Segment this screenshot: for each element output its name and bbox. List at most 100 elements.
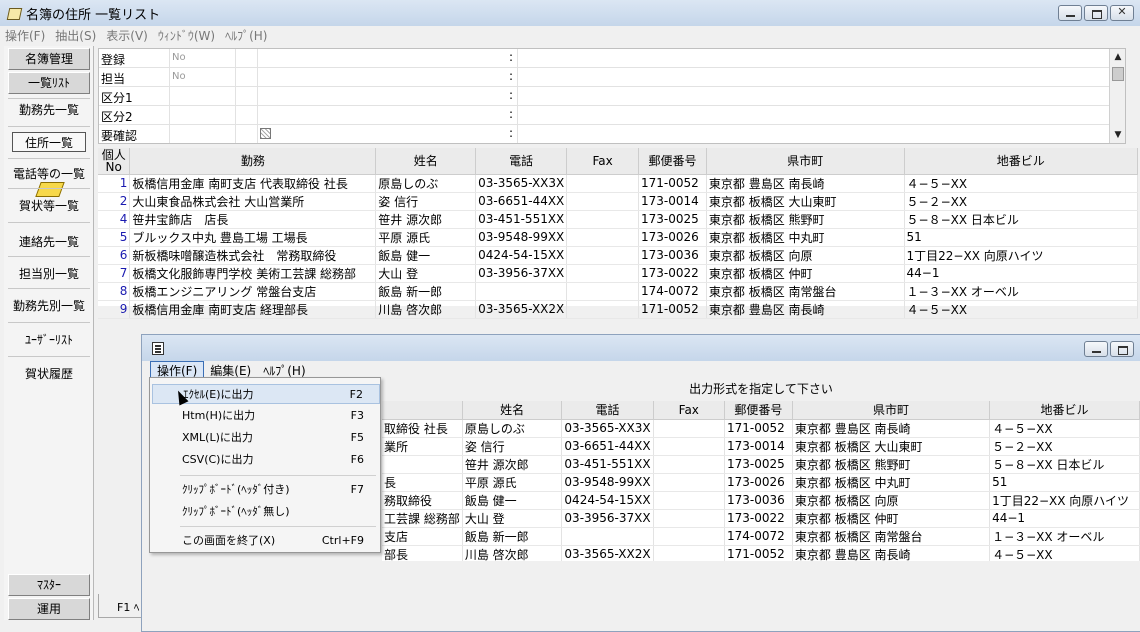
column-header-name[interactable]: 姓名 bbox=[375, 148, 477, 175]
filter-row-category1: 区分1 : bbox=[99, 87, 1109, 106]
column-header-work[interactable]: 勤務 bbox=[129, 148, 377, 175]
table-row[interactable]: 5 ブルックス中丸 豊島工場 工場長 平原 源氏 03-9548-99XX 17… bbox=[98, 228, 1139, 247]
sidebar-button-list[interactable]: 一覧ﾘｽﾄ bbox=[8, 72, 90, 94]
close-button[interactable] bbox=[1110, 5, 1134, 21]
cell-address: １−３−XX オーベル bbox=[904, 282, 1139, 301]
export-menu-edit[interactable]: 編集(E) bbox=[204, 362, 257, 379]
menu-item-clipboard-with-header[interactable]: ｸﾘｯﾌﾟﾎﾞｰﾄﾞ(ﾍｯﾀﾞ付き) F7 bbox=[152, 480, 380, 500]
column-header-city[interactable]: 県市町 bbox=[706, 148, 905, 175]
filter-cell[interactable] bbox=[517, 125, 1109, 143]
filter-cell[interactable] bbox=[235, 68, 257, 86]
menu-help[interactable]: ﾍﾙﾌﾟ(H) bbox=[220, 27, 272, 44]
cell-fax bbox=[566, 228, 639, 247]
column-header-no[interactable]: 個人 No bbox=[98, 148, 131, 175]
cell-address: ４−５−XX bbox=[904, 300, 1139, 319]
filter-cell[interactable] bbox=[257, 49, 507, 67]
menu-item-clipboard-no-header[interactable]: ｸﾘｯﾌﾟﾎﾞｰﾄﾞ(ﾍｯﾀﾞ無し) bbox=[152, 502, 380, 522]
sidebar-item-phone-list[interactable]: 電話等の一覧 bbox=[6, 164, 92, 184]
filter-colon: : bbox=[509, 88, 514, 102]
cell-no: 4 bbox=[98, 210, 131, 229]
table-row[interactable]: 長 平原 源氏 03-9548-99XX 173-0026 東京都 板橋区 中丸… bbox=[382, 473, 1140, 492]
filter-scrollbar[interactable]: ▲ ▼ bbox=[1109, 49, 1125, 143]
table-row[interactable]: 工芸課 総務部 大山 登 03-3956-37XX 173-0022 東京都 板… bbox=[382, 509, 1140, 528]
cell-name: 原島しのぶ bbox=[375, 174, 477, 193]
column-header-phone[interactable]: 電話 bbox=[561, 401, 654, 420]
scroll-down-icon[interactable]: ▼ bbox=[1112, 129, 1124, 141]
cell-fax bbox=[566, 282, 639, 301]
column-header-postal[interactable]: 郵便番号 bbox=[638, 148, 707, 175]
sidebar-item-user-list[interactable]: ﾕｰｻﾞｰﾘｽﾄ bbox=[6, 330, 92, 350]
filter-cell[interactable] bbox=[235, 106, 257, 124]
column-header-postal[interactable]: 郵便番号 bbox=[724, 401, 793, 420]
export-menu-help[interactable]: ﾍﾙﾌﾟ(H) bbox=[257, 362, 311, 379]
table-row[interactable]: 支店 飯島 新一郎 174-0072 東京都 板橋区 南常盤台 １−３−XX オ… bbox=[382, 527, 1140, 546]
menu-item-close-screen[interactable]: この画面を終了(X) Ctrl+F9 bbox=[152, 531, 380, 551]
filter-value[interactable]: No bbox=[169, 49, 235, 67]
sidebar-item-staff-list[interactable]: 担当別一覧 bbox=[6, 264, 92, 284]
sidebar-item-greeting-list[interactable]: 賀状等一覧 bbox=[6, 196, 92, 216]
column-header-name[interactable]: 姓名 bbox=[462, 401, 563, 420]
menu-item-export-html[interactable]: Htm(H)に出力 F3 bbox=[152, 406, 380, 426]
scroll-up-icon[interactable]: ▲ bbox=[1112, 51, 1124, 63]
sidebar-item-address-list[interactable]: 住所一覧 bbox=[12, 132, 86, 152]
filter-value[interactable] bbox=[169, 106, 235, 124]
table-row[interactable]: 7 板橋文化服飾専門学校 美術工芸課 総務部 大山 登 03-3956-37XX… bbox=[98, 264, 1139, 283]
filter-value[interactable]: No bbox=[169, 68, 235, 86]
minimize-button[interactable] bbox=[1084, 341, 1108, 357]
needs-check-checkbox[interactable] bbox=[260, 128, 271, 139]
sidebar-item-contact-list[interactable]: 連絡先一覧 bbox=[6, 232, 92, 252]
menu-window[interactable]: ｳｨﾝﾄﾞｳ(W) bbox=[153, 27, 220, 44]
filter-cell[interactable] bbox=[517, 49, 1109, 67]
menu-operation[interactable]: 操作(F) bbox=[0, 27, 50, 44]
sidebar-item-greeting-history[interactable]: 賀状履歴 bbox=[6, 364, 92, 384]
table-row[interactable]: 1 板橋信用金庫 南町支店 代表取締役 社長 原島しのぶ 03-3565-XX3… bbox=[98, 174, 1139, 193]
menu-item-shortcut: F5 bbox=[350, 431, 364, 444]
column-header-address[interactable]: 地番ビル bbox=[989, 401, 1140, 420]
filter-cell[interactable] bbox=[257, 68, 507, 86]
menu-extract[interactable]: 抽出(S) bbox=[50, 27, 101, 44]
cell-name: 川島 啓次郎 bbox=[462, 545, 563, 561]
column-header-city[interactable]: 県市町 bbox=[792, 401, 991, 420]
table-row[interactable]: 8 板橋エンジニアリング 常盤台支店 飯島 新一郎 174-0072 東京都 板… bbox=[98, 282, 1139, 301]
filter-cell[interactable] bbox=[517, 68, 1109, 86]
table-row[interactable]: 9 板橋信用金庫 南町支店 経理部長 川島 啓次郎 03-3565-XX2X 1… bbox=[98, 300, 1139, 319]
menu-item-export-xml[interactable]: XML(L)に出力 F5 bbox=[152, 428, 380, 448]
sidebar-item-workplace-grouped-list[interactable]: 勤務先別一覧 bbox=[6, 296, 92, 316]
minimize-button[interactable] bbox=[1058, 5, 1082, 21]
column-header-address[interactable]: 地番ビル bbox=[904, 148, 1139, 175]
table-row[interactable]: 6 新板橋味噌醸造株式会社 常務取締役 飯島 健一 0424-54-15XX 1… bbox=[98, 246, 1139, 265]
filter-value[interactable] bbox=[169, 125, 235, 143]
filter-cell[interactable] bbox=[235, 87, 257, 105]
maximize-button[interactable] bbox=[1084, 5, 1108, 21]
menu-item-export-csv[interactable]: CSV(C)に出力 F6 bbox=[152, 450, 380, 470]
filter-cell[interactable] bbox=[517, 106, 1109, 124]
table-row[interactable]: 取締役 社長 原島しのぶ 03-3565-XX3X 171-0052 東京都 豊… bbox=[382, 419, 1140, 438]
filter-value[interactable] bbox=[169, 87, 235, 105]
table-row[interactable]: 笹井 源次郎 03-451-551XX 173-0025 東京都 板橋区 熊野町… bbox=[382, 455, 1140, 474]
filter-cell[interactable] bbox=[517, 87, 1109, 105]
maximize-button[interactable] bbox=[1110, 341, 1134, 357]
cell-work: 板橋エンジニアリング 常盤台支店 bbox=[129, 282, 377, 301]
table-row[interactable]: 務取締役 飯島 健一 0424-54-15XX 173-0036 東京都 板橋区… bbox=[382, 491, 1140, 510]
scroll-thumb[interactable] bbox=[1112, 67, 1124, 81]
filter-label: 区分1 bbox=[101, 91, 133, 105]
column-header-fax[interactable]: Fax bbox=[566, 148, 639, 175]
sidebar-button-operation[interactable]: 運用 bbox=[8, 598, 90, 620]
table-row[interactable]: 業所 姿 信行 03-6651-44XX 173-0014 東京都 板橋区 大山… bbox=[382, 437, 1140, 456]
filter-cell[interactable] bbox=[235, 49, 257, 67]
table-row[interactable]: 2 大山東食品株式会社 大山営業所 姿 信行 03-6651-44XX 173-… bbox=[98, 192, 1139, 211]
sidebar-button-master[interactable]: ﾏｽﾀｰ bbox=[8, 574, 90, 596]
cell-no: 7 bbox=[98, 264, 131, 283]
column-header-work[interactable] bbox=[382, 401, 463, 420]
table-row[interactable]: 部長 川島 啓次郎 03-3565-XX2X 171-0052 東京都 豊島区 … bbox=[382, 545, 1140, 561]
sidebar-item-workplace-list[interactable]: 勤務先一覧 bbox=[6, 100, 92, 120]
filter-cell[interactable] bbox=[257, 125, 507, 143]
filter-cell[interactable] bbox=[235, 125, 257, 143]
sidebar-button-roster[interactable]: 名簿管理 bbox=[8, 48, 90, 70]
menu-view[interactable]: 表示(V) bbox=[101, 27, 153, 44]
column-header-phone[interactable]: 電話 bbox=[475, 148, 568, 175]
column-header-fax[interactable]: Fax bbox=[653, 401, 725, 420]
table-row[interactable]: 4 笹井宝飾店 店長 笹井 源次郎 03-451-551XX 173-0025 … bbox=[98, 210, 1139, 229]
filter-cell[interactable] bbox=[257, 87, 507, 105]
filter-cell[interactable] bbox=[257, 106, 507, 124]
